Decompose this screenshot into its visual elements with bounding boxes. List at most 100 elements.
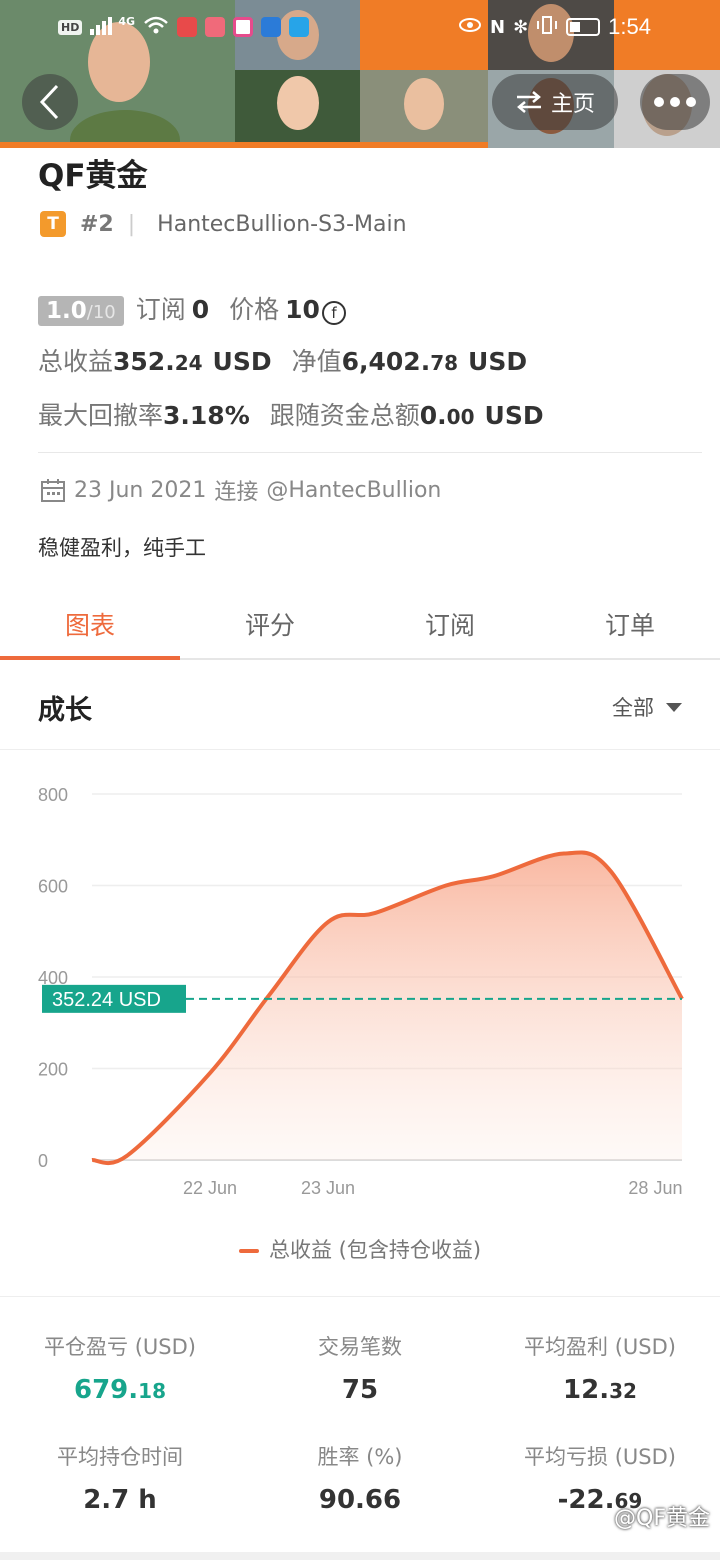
tab-subscribe[interactable]: 订阅: [360, 590, 540, 658]
section-title: 成长: [38, 695, 92, 726]
stat-closed-pl: 平仓盈亏 (USD) 679.18: [0, 1331, 240, 1405]
coin-icon: f: [321, 301, 346, 325]
price-value: 10: [285, 295, 320, 324]
net-value-label: 净值: [291, 347, 342, 376]
eye-icon: [458, 16, 482, 38]
net-value: 6,402.78: [341, 347, 459, 376]
profile-banner: HD 4G N ✻ 1:54 主页: [0, 0, 720, 148]
strategy-subtitle-row: T #2 | HantecBullion-S3-Main: [40, 208, 407, 240]
more-dot-icon: [670, 97, 680, 107]
bluetooth-icon: ✻: [513, 16, 529, 38]
signal-icon: [90, 15, 118, 39]
subscribe-count: 0: [191, 295, 210, 324]
subscribe-label: 订阅: [135, 295, 186, 324]
drawdown-label: 最大回撤率: [38, 401, 164, 430]
separator: |: [127, 211, 136, 237]
score-row: 1.0/10 订阅 0 价格 10 f: [38, 290, 346, 326]
more-dot-icon: [686, 97, 696, 107]
drawdown-row: 最大回撤率 3.18% 跟随资金总额 0.00 USD: [38, 396, 544, 432]
connection-info: 23 Jun 2021 连接 @HantecBullion: [40, 474, 441, 506]
growth-chart[interactable]: 0200400600800 22 Jun 23 Jun 28 Jun 352.24 …: [0, 760, 720, 1220]
y-tick-label: 600: [38, 877, 68, 897]
tab-bar: 图表 评分 订阅 订单: [0, 590, 720, 660]
calendar-icon: [41, 479, 65, 502]
stat-value: 12.32: [563, 1375, 637, 1405]
legend-label: 总收益 (包含持仓收益): [268, 1238, 482, 1262]
back-button[interactable]: [22, 74, 78, 130]
net-value-currency: USD: [468, 347, 528, 376]
clock: 1:54: [608, 14, 651, 39]
vibrate-icon: [536, 15, 558, 39]
photo-tile: [235, 70, 360, 148]
bulb-app-icon: [289, 17, 310, 37]
x-tick-label: 28 Jun: [628, 1178, 682, 1198]
home-button[interactable]: 主页: [492, 74, 618, 130]
stats-grid: 平仓盈亏 (USD) 679.18 交易笔数 75 平均盈利 (USD) 12.…: [0, 1296, 720, 1515]
connect-label: 连接: [214, 480, 259, 505]
nfc-icon: N: [490, 16, 506, 38]
score-badge: 1.0/10: [38, 296, 124, 326]
follow-funds-value: 0.00: [419, 401, 475, 430]
status-bar-left: HD 4G: [58, 12, 310, 42]
rank: #2: [80, 211, 114, 237]
network-type: 4G: [118, 14, 136, 28]
watermark: @QF黄金: [614, 1506, 710, 1531]
stat-value: 679.18: [74, 1375, 166, 1405]
caret-down-icon: [666, 702, 682, 712]
tab-orders[interactable]: 订单: [540, 590, 720, 658]
stat-label: 胜率 (%): [317, 1445, 403, 1469]
growth-section-header: 成长 全部: [0, 660, 720, 750]
account-name: HantecBullion-S3-Main: [157, 211, 407, 237]
price-label: 价格: [229, 295, 280, 324]
range-dropdown[interactable]: 全部: [612, 692, 682, 722]
follow-funds-currency: USD: [484, 401, 544, 430]
follow-funds-label: 跟随资金总额: [269, 401, 420, 430]
y-tick-label: 0: [38, 1151, 48, 1171]
chevron-left-icon: [39, 84, 59, 120]
stat-label: 平均亏损 (USD): [524, 1445, 676, 1469]
app-notification-icon: [177, 17, 198, 37]
photo-tile: [360, 70, 488, 148]
total-profit-currency: USD: [212, 347, 272, 376]
current-value-label: 352.24 USD: [52, 989, 161, 1011]
strategy-description: 稳健盈利，纯手工: [38, 536, 206, 560]
stat-winrate: 胜率 (%) 90.66: [240, 1441, 480, 1515]
divider: [38, 452, 702, 453]
status-bar-right: N ✻ 1:54: [458, 12, 651, 42]
maps-app-icon: [261, 17, 282, 37]
health-app-icon: [205, 17, 226, 37]
strategy-title: QF黄金: [38, 158, 148, 194]
wifi-icon: [143, 15, 169, 39]
y-tick-label: 200: [38, 1060, 68, 1080]
stat-value: 75: [341, 1375, 379, 1405]
home-label: 主页: [550, 92, 595, 117]
stat-value: 2.7 h: [83, 1485, 157, 1515]
broker-handle[interactable]: @HantecBullion: [266, 478, 441, 503]
browser-app-icon: [233, 17, 254, 37]
connect-date: 23 Jun 2021: [74, 477, 207, 503]
y-tick-label: 800: [38, 785, 68, 805]
total-profit-value: 352.24: [113, 347, 203, 376]
stat-trades: 交易笔数 75: [240, 1331, 480, 1405]
total-profit-label: 总收益: [38, 347, 114, 376]
chart-legend: 总收益 (包含持仓收益): [0, 1234, 720, 1264]
tab-rating[interactable]: 评分: [180, 590, 360, 658]
stat-label: 平均持仓时间: [57, 1445, 183, 1469]
more-options-button[interactable]: [640, 74, 710, 130]
stat-avg-profit: 平均盈利 (USD) 12.32: [480, 1331, 720, 1405]
stat-label: 平仓盈亏 (USD): [44, 1335, 196, 1359]
x-tick-label: 22 Jun: [183, 1178, 237, 1198]
tab-chart[interactable]: 图表: [0, 590, 180, 660]
drawdown-value: 3.18%: [163, 401, 250, 430]
hd-icon: HD: [58, 19, 83, 35]
legend-swatch: [238, 1249, 259, 1253]
stat-label: 平均盈利 (USD): [524, 1335, 676, 1359]
more-dot-icon: [654, 97, 664, 107]
stat-value: 90.66: [318, 1485, 402, 1515]
stat-label: 交易笔数: [318, 1335, 402, 1359]
x-tick-label: 23 Jun: [301, 1178, 355, 1198]
stat-avg-hold: 平均持仓时间 2.7 h: [0, 1441, 240, 1515]
tier-badge: T: [40, 211, 66, 237]
swap-icon: [516, 91, 541, 113]
range-value: 全部: [612, 696, 654, 720]
